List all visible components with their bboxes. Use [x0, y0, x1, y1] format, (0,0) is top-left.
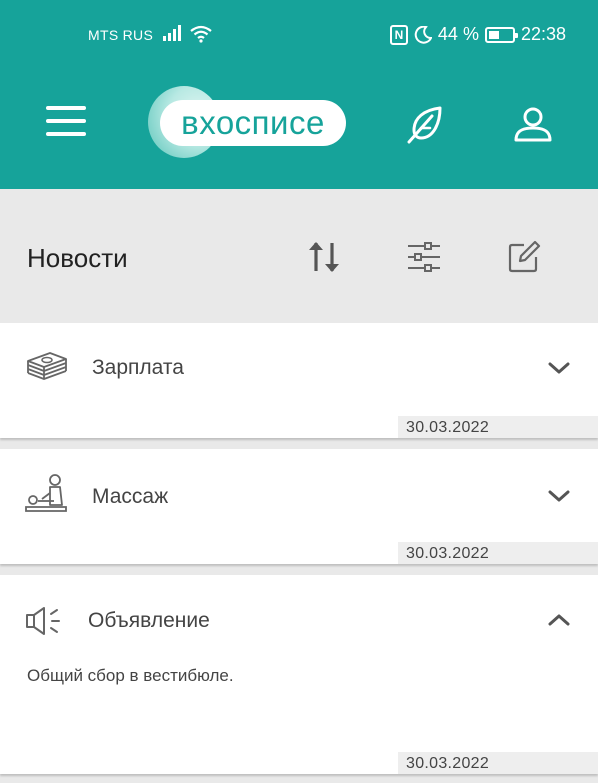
news-card-announcement[interactable]: Объявление Общий сбор в вестибюле. 30.03… — [0, 575, 598, 774]
status-right: N 44 % 22:38 — [389, 24, 566, 45]
battery-fill — [488, 30, 499, 39]
news-title: Объявление — [88, 609, 210, 632]
page-title: Новости — [27, 243, 128, 273]
money-icon — [27, 352, 67, 380]
chevron-up-icon[interactable] — [548, 613, 570, 627]
news-toolbar: Новости — [0, 189, 598, 323]
menu-icon[interactable] — [46, 106, 86, 138]
filter-icon[interactable] — [406, 239, 442, 275]
edit-icon[interactable] — [506, 239, 542, 275]
app-bar: MTS RUS N 44 % 22:38 вхосписе — [0, 0, 598, 189]
logo-text: вхосписе — [160, 100, 346, 146]
chevron-down-icon[interactable] — [548, 489, 570, 503]
wifi-icon — [190, 25, 212, 43]
news-card-salary[interactable]: Зарплата 30.03.2022 — [0, 323, 598, 438]
carrier-label: MTS RUS — [88, 27, 154, 43]
clock: 22:38 — [520, 24, 566, 44]
megaphone-icon — [26, 607, 60, 635]
news-date: 30.03.2022 — [398, 542, 598, 564]
news-card-massage[interactable]: Массаж 30.03.2022 — [0, 449, 598, 564]
news-date: 30.03.2022 — [398, 416, 598, 438]
leaf-icon[interactable] — [404, 104, 446, 146]
sort-icon[interactable] — [306, 239, 342, 275]
nfc-icon: N — [389, 24, 408, 45]
battery-icon — [484, 26, 518, 43]
app-logo[interactable]: вхосписе — [148, 86, 348, 158]
news-title: Массаж — [92, 485, 169, 508]
signal-icon — [163, 25, 181, 41]
status-bar: MTS RUS N 44 % 22:38 — [0, 0, 598, 70]
massage-icon — [25, 474, 67, 512]
news-date: 30.03.2022 — [398, 752, 598, 774]
moon-icon — [414, 25, 432, 44]
battery-percent: 44 % — [437, 24, 479, 44]
news-title: Зарплата — [92, 356, 184, 379]
news-body: Общий сбор в вестибюле. — [27, 666, 234, 685]
chevron-down-icon[interactable] — [548, 361, 570, 375]
user-icon[interactable] — [512, 104, 554, 146]
